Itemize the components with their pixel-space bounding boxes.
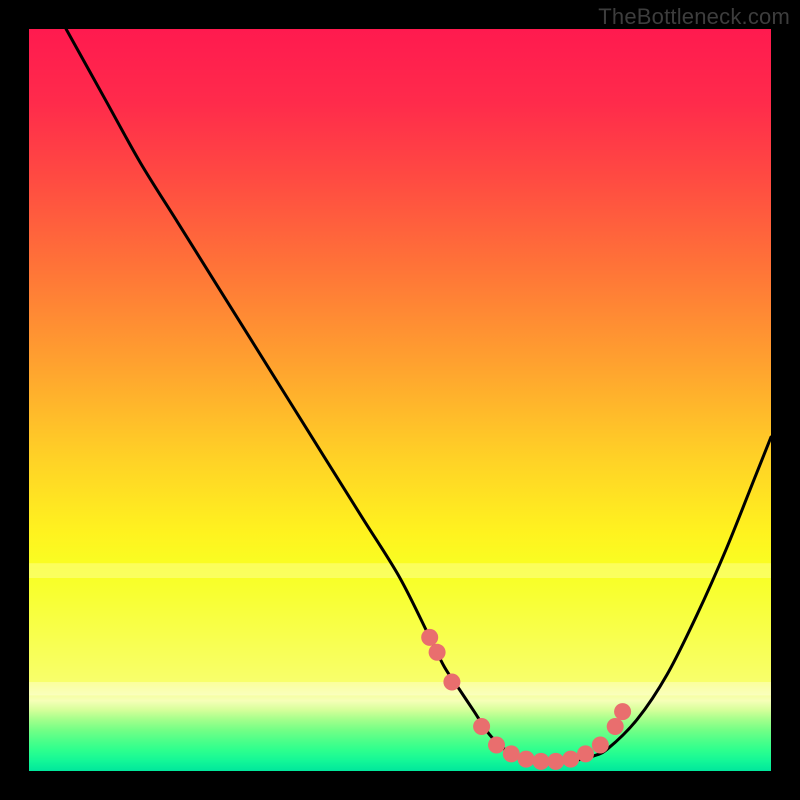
threshold-dot bbox=[473, 718, 490, 735]
threshold-dot bbox=[429, 644, 446, 661]
watermark-text: TheBottleneck.com bbox=[598, 4, 790, 30]
plot-area bbox=[29, 29, 771, 771]
threshold-dot bbox=[577, 745, 594, 762]
threshold-dot bbox=[421, 629, 438, 646]
gradient-background bbox=[29, 29, 771, 771]
threshold-dot bbox=[443, 674, 460, 691]
threshold-dot bbox=[488, 737, 505, 754]
threshold-dot bbox=[503, 745, 520, 762]
threshold-dot bbox=[547, 753, 564, 770]
threshold-dot bbox=[614, 703, 631, 720]
outer-frame: TheBottleneck.com bbox=[0, 0, 800, 800]
threshold-dot bbox=[592, 737, 609, 754]
threshold-dot bbox=[607, 718, 624, 735]
threshold-dot bbox=[518, 751, 535, 768]
chart-svg bbox=[29, 29, 771, 771]
threshold-dot bbox=[533, 753, 550, 770]
threshold-dot bbox=[562, 751, 579, 768]
